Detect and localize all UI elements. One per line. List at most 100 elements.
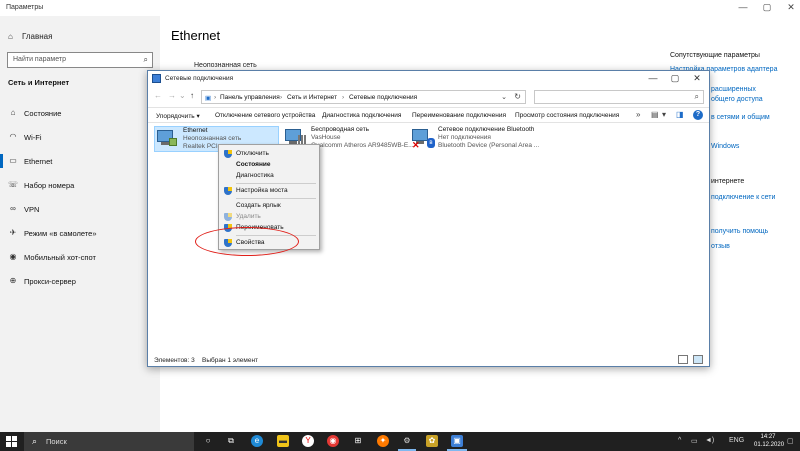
network-tray-icon[interactable]: ▭ [691,437,698,445]
settings-search-input[interactable]: Найти параметр ⌕ [7,52,153,68]
sidebar-item-label: Wi-Fi [24,133,42,142]
adapter-device: Qualcomm Atheros AR9485WB-E... [311,142,414,149]
explorer-title: Сетевые подключения [165,75,234,82]
sidebar-item-label: Состояние [24,109,62,118]
adapter-status: Нет подключения [438,134,491,141]
store-icon[interactable]: ⊞ [352,435,364,447]
feedback-link[interactable]: отзыв [711,243,730,250]
menu-item-label: Состояние [236,161,271,168]
get-help-link[interactable]: получить помощь [711,228,768,235]
sidebar-item-label: VPN [24,205,40,214]
yandex-browser-icon[interactable]: Y [302,435,314,447]
recent-dropdown-icon[interactable]: ⌄ [179,91,186,100]
sidebar-item-dialup[interactable]: ☏ Набор номера [0,175,160,195]
settings-sidebar: ⌂ Главная Найти параметр ⌕ Сеть и Интерне… [0,16,160,433]
back-icon[interactable]: ← [154,91,162,100]
breadcrumb-item[interactable]: Сеть и Интернет [287,94,337,101]
task-view-icon[interactable]: ⧉ [225,435,237,447]
uac-shield-icon [224,224,232,232]
adapter-bluetooth[interactable]: ʙ ✕ Сетевое подключение Bluetooth Нет под… [410,126,540,152]
file-explorer-icon[interactable]: ▬ [277,435,289,447]
disable-device-button[interactable]: Отключение сетевого устройства [215,112,315,119]
close-icon[interactable]: ✕ [784,2,798,13]
page-title: Ethernet [171,28,221,43]
view-options-icon[interactable]: ▤ [651,110,659,119]
view-status-button[interactable]: Просмотр состояния подключения [515,112,619,119]
diagnose-button[interactable]: Диагностика подключения [322,112,401,119]
adapter-status: Неопознанная сеть [183,135,242,142]
keyboard-language[interactable]: ENG [729,437,744,444]
menu-item-label: Свойства [236,239,265,246]
taskbar-search-label: Поиск [46,437,67,446]
breadcrumb-item[interactable]: Панель управления [220,94,280,101]
breadcrumb-item[interactable]: Сетевые подключения [349,94,417,101]
tiles-view-icon[interactable] [693,355,703,364]
details-view-icon[interactable] [678,355,688,364]
menu-item-rename[interactable]: Переименовать [219,222,319,234]
maximize-icon[interactable]: ▢ [664,73,686,84]
adapter-name: Беспроводная сеть [311,126,370,133]
clock-time: 14:27 [760,434,776,440]
search-icon: ⌕ [694,92,699,101]
network-center-link[interactable]: в сетями и общим [711,114,770,121]
close-icon[interactable]: ✕ [686,73,708,84]
menu-item-diagnose[interactable]: Диагностика [219,170,319,182]
firewall-link[interactable]: Windows [711,143,739,150]
menu-item-label: Диагностика [236,172,274,179]
command-bar: Упорядочить ▾ Отключение сетевого устрой… [148,107,709,123]
app-icon[interactable]: ✿ [426,435,438,447]
network-connections-taskbar-icon[interactable]: ▣ [451,435,463,447]
chrome-icon[interactable]: ◉ [327,435,339,447]
chevron-right-icon: › [342,94,345,101]
home-link[interactable]: ⌂ Главная [8,32,52,41]
edge-icon[interactable]: e [251,435,263,447]
rename-button[interactable]: Переименование подключения [412,112,506,119]
forward-icon[interactable]: → [168,91,176,100]
firefox-icon[interactable]: ✦ [377,435,389,447]
refresh-icon[interactable]: ↻ [514,92,521,101]
notifications-icon[interactable]: ▢ [787,437,794,445]
sidebar-item-hotspot[interactable]: ◉ Мобильный хот-спот [0,247,160,267]
uac-shield-icon [224,187,232,195]
explorer-titlebar: Сетевые подключения — ▢ ✕ [148,71,709,87]
volume-icon[interactable]: ◄) [705,437,714,444]
control-panel-icon: ▣ [205,95,212,102]
uac-shield-icon [224,239,232,247]
menu-item-properties[interactable]: Свойства [219,237,319,249]
network-folder-icon [152,74,161,83]
sharing-options-link-2[interactable]: общего доступа [711,96,763,103]
taskbar-search-box[interactable]: ⌕ Поиск [24,432,194,451]
organize-button[interactable]: Упорядочить ▾ [156,112,200,120]
help-icon[interactable]: ? [693,110,703,120]
cortana-icon[interactable]: ○ [202,435,214,447]
ethernet-network-status[interactable]: Неопознанная сеть [194,62,257,69]
internet-help-link[interactable]: подключение к сети [711,194,775,201]
sidebar-item-airplane[interactable]: ✈ Режим «в самолете» [0,223,160,243]
windows-start-icon[interactable] [6,436,17,447]
uac-shield-icon [224,213,232,221]
related-settings-title: Сопутствующие параметры [670,52,760,59]
adapter-name: Ethernet [183,127,208,134]
tray-overflow-icon[interactable]: ^ [678,437,681,444]
preview-pane-icon[interactable]: ◨ [676,110,684,119]
chevron-down-icon[interactable]: ▾ [662,110,666,119]
settings-titlebar: Параметры — ▢ ✕ [0,0,800,16]
explorer-search-input[interactable]: ⌕ [534,90,704,104]
sidebar-item-ethernet[interactable]: ▭ Ethernet [0,151,160,171]
up-icon[interactable]: ↑ [190,91,194,100]
settings-gear-icon[interactable]: ⚙ [401,435,413,447]
system-clock[interactable]: 14:27 01.12.2020 [754,433,784,449]
menu-item-bridge[interactable]: Настройка моста [219,185,319,197]
minimize-icon[interactable]: — [736,2,750,12]
overflow-icon[interactable]: » [636,110,640,119]
chevron-down-icon[interactable]: ⌄ [501,93,507,101]
sidebar-item-vpn[interactable]: ∞ VPN [0,199,160,219]
sharing-options-link[interactable]: расширенных [711,86,756,93]
minimize-icon[interactable]: — [642,73,664,83]
breadcrumb[interactable]: ▣ › Панель управления › Сеть и Интернет … [201,90,526,104]
sidebar-item-status[interactable]: ⌂ Состояние [0,103,160,123]
maximize-icon[interactable]: ▢ [760,2,774,13]
sidebar-item-label: Мобильный хот-спот [24,253,96,262]
sidebar-item-wifi[interactable]: ◠ Wi-Fi [0,127,160,147]
sidebar-item-proxy[interactable]: ⊕ Прокси-сервер [0,271,160,291]
